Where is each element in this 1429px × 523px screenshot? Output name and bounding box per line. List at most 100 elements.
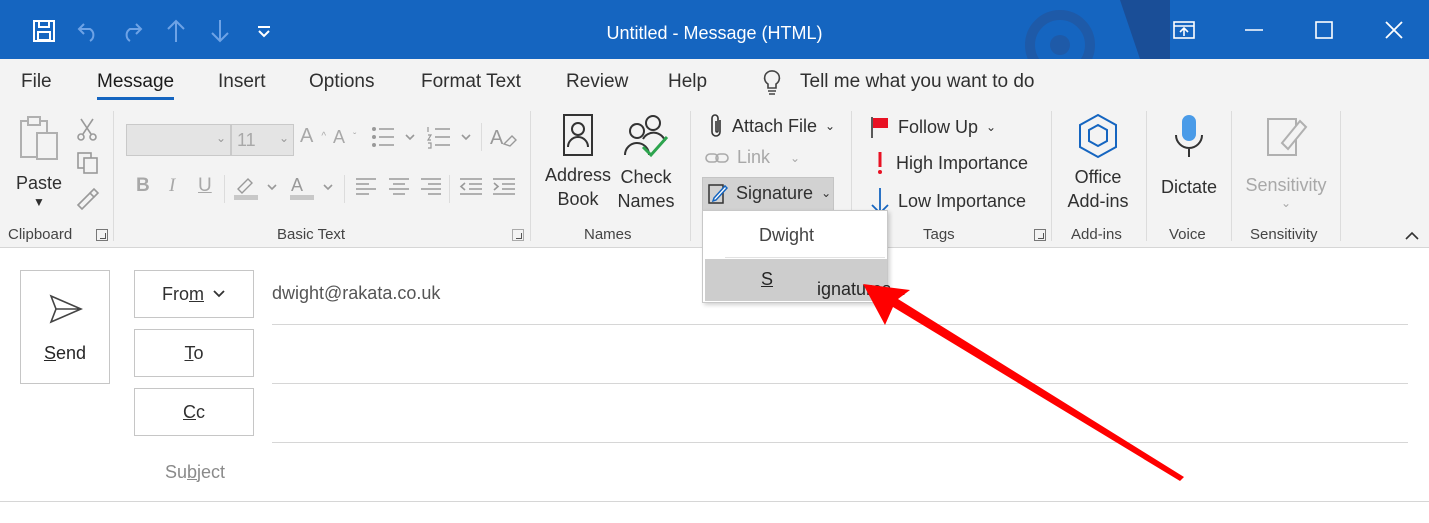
office-add-ins-icon: [1079, 113, 1117, 159]
voice-group-label: Voice: [1169, 226, 1206, 243]
dictate-button[interactable]: Dictate: [1156, 113, 1222, 199]
ribbon-display-options-icon[interactable]: [1149, 0, 1219, 59]
send-button[interactable]: Send: [20, 270, 110, 384]
window-controls: [1149, 0, 1429, 59]
address-book-button[interactable]: Address Book: [543, 113, 613, 211]
tags-group-label: Tags: [923, 226, 955, 243]
to-field[interactable]: [272, 383, 1408, 384]
link-icon: [705, 152, 729, 163]
follow-up-label: Follow Up: [898, 116, 979, 137]
minimize-icon[interactable]: [1219, 0, 1289, 59]
align-left-icon[interactable]: [355, 177, 377, 197]
italic-icon[interactable]: I: [169, 175, 175, 197]
svg-text:A: A: [490, 127, 504, 149]
link-button[interactable]: Link ⌄: [705, 147, 800, 168]
chevron-down-icon: ⌄: [825, 119, 836, 133]
tab-insert[interactable]: Insert: [218, 71, 266, 93]
clipboard-paste-icon: [20, 116, 58, 160]
down-arrow-icon[interactable]: [198, 14, 242, 48]
grow-font-icon[interactable]: A ^: [300, 125, 326, 148]
tab-format-text[interactable]: Format Text: [421, 71, 521, 93]
paste-button[interactable]: Paste ▼: [10, 113, 68, 209]
chevron-down-icon: [213, 290, 225, 298]
bold-icon[interactable]: B: [136, 175, 150, 197]
sensitivity-button[interactable]: Sensitivity ⌄: [1244, 113, 1328, 209]
tags-launcher-icon[interactable]: [1034, 229, 1046, 241]
check-names-label-2: Names: [617, 191, 675, 211]
attach-file-button[interactable]: Attach File ⌄: [708, 113, 835, 139]
clear-formatting-icon[interactable]: A: [490, 124, 518, 150]
shrink-font-icon[interactable]: Aˇ: [333, 127, 356, 148]
font-color-icon[interactable]: A: [288, 173, 338, 201]
undo-icon[interactable]: [66, 14, 110, 48]
paste-dropdown-icon[interactable]: ▼: [10, 195, 68, 209]
up-arrow-icon[interactable]: [154, 14, 198, 48]
add-ins-group-label: Add-ins: [1071, 226, 1122, 243]
title-bar: Untitled - Message (HTML): [0, 0, 1429, 59]
tab-help[interactable]: Help: [668, 71, 707, 93]
copy-icon[interactable]: [76, 151, 100, 175]
low-importance-button[interactable]: Low Importance: [870, 187, 1026, 215]
high-importance-button[interactable]: High Importance: [874, 151, 1028, 175]
address-book-label-2: Book: [557, 189, 599, 209]
office-add-ins-button[interactable]: Office Add-ins: [1060, 113, 1136, 213]
bullets-icon[interactable]: [370, 125, 416, 149]
follow-up-button[interactable]: Follow Up ⌄: [870, 115, 996, 139]
signature-button-content[interactable]: Signature ⌄: [708, 182, 831, 204]
tab-options[interactable]: Options: [309, 71, 374, 93]
customize-toolbar-icon[interactable]: [242, 14, 286, 48]
clipboard-launcher-icon[interactable]: [96, 229, 108, 241]
basic-text-group-label: Basic Text: [277, 226, 346, 243]
from-button[interactable]: From: [134, 270, 254, 318]
highlight-icon[interactable]: [232, 173, 282, 201]
cc-field[interactable]: [272, 442, 1408, 443]
check-names-icon: [624, 115, 669, 158]
maximize-icon[interactable]: [1289, 0, 1359, 59]
send-label: Send: [43, 343, 87, 363]
signatures-menu-item[interactable]: Signatures...: [705, 259, 907, 301]
signature-item-dwight[interactable]: Dwight: [725, 212, 885, 258]
divider: [1231, 111, 1232, 241]
office-add-ins-label-2: Add-ins: [1067, 191, 1129, 211]
signatures-menu-label: Signatures...: [761, 269, 907, 299]
link-label: Link: [737, 147, 771, 167]
divider: [1051, 111, 1052, 241]
tell-me-label: Tell me what you want to do: [800, 71, 1035, 92]
increase-indent-icon[interactable]: [492, 177, 516, 197]
close-icon[interactable]: [1359, 0, 1429, 59]
divider: [344, 175, 345, 203]
ribbon-tabs: File Message Insert Options Format Text …: [0, 59, 1429, 105]
names-group-label: Names: [584, 226, 632, 243]
format-painter-icon[interactable]: [74, 185, 100, 211]
tab-message[interactable]: Message: [97, 71, 175, 100]
tab-file[interactable]: File: [21, 71, 52, 93]
office-add-ins-label-1: Office: [1074, 167, 1122, 187]
from-label: From: [162, 283, 204, 304]
align-right-icon[interactable]: [420, 177, 442, 197]
address-book-label-1: Address: [544, 165, 612, 185]
check-names-label-1: Check: [620, 167, 672, 187]
redo-icon[interactable]: [110, 14, 154, 48]
tell-me-search[interactable]: Tell me what you want to do: [762, 69, 1034, 95]
basic-text-launcher-icon[interactable]: [512, 229, 524, 241]
to-label: To: [184, 342, 204, 363]
check-names-button[interactable]: Check Names: [617, 113, 675, 213]
chevron-down-icon[interactable]: ⌄: [1244, 197, 1328, 209]
cc-button[interactable]: Cc: [134, 388, 254, 436]
cut-icon[interactable]: [76, 117, 98, 141]
subject-field[interactable]: [0, 501, 1429, 502]
tab-review[interactable]: Review: [566, 71, 628, 93]
svg-text:A: A: [291, 175, 303, 195]
numbering-icon[interactable]: [426, 125, 472, 149]
font-size-combo[interactable]: 11 ⌄: [231, 124, 294, 156]
decrease-indent-icon[interactable]: [459, 177, 483, 197]
paperclip-icon: [711, 114, 721, 137]
to-button[interactable]: To: [134, 329, 254, 377]
underline-icon[interactable]: U: [198, 175, 212, 197]
high-importance-label: High Importance: [896, 152, 1029, 173]
sensitivity-group-label: Sensitivity: [1250, 226, 1318, 243]
font-name-combo[interactable]: ⌄: [126, 124, 231, 156]
save-icon[interactable]: [22, 14, 66, 48]
collapse-ribbon-icon[interactable]: [1404, 231, 1420, 241]
align-center-icon[interactable]: [388, 177, 410, 197]
